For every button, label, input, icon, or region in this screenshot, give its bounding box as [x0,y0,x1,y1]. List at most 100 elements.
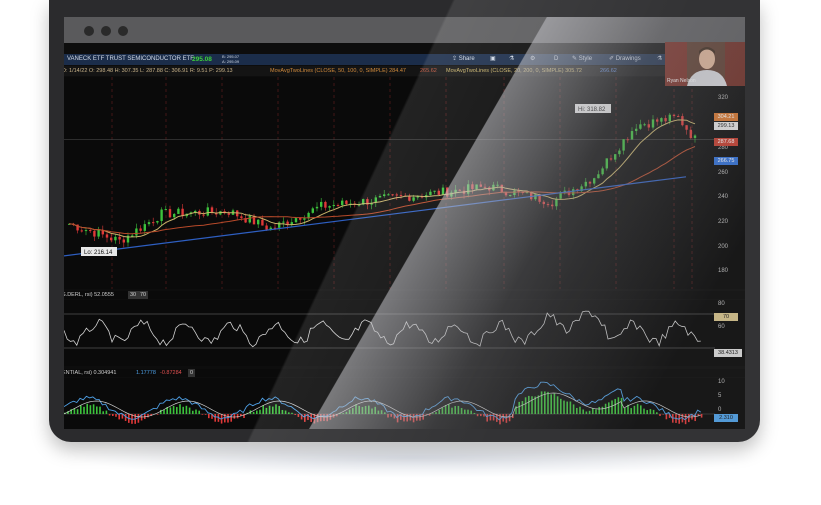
low-annotation: Lo: 216.14 [84,250,113,256]
osc2-histogram-bar [688,414,690,423]
osc2-histogram-bar [80,405,82,414]
osc2-histogram-bar [620,397,623,414]
price-axis-label: 180 [718,268,729,274]
candle-body [614,154,617,160]
laptop-frame: VANECK ETF TRUST SEMICONDUCTOR ETF 295.0… [49,0,760,442]
ma-study-2[interactable]: MovAvgTwoLines (CLOSE, 20, 200, 0, SIMPL… [446,66,582,76]
device-shadow [70,438,760,478]
osc2-histogram-bar [156,414,159,415]
osc2-histogram-bar [566,401,568,414]
osc2-histogram-bar [92,404,95,414]
osc2-histogram-bar [118,414,120,420]
osc2-histogram-bar [582,409,584,414]
osc2-histogram-bar [316,414,319,423]
candle-body [500,184,503,192]
candle-body [156,221,159,223]
osc2-histogram-bar [115,414,117,417]
osc2-histogram-bar [124,414,127,421]
candle-body [345,200,348,204]
candle-body [693,135,697,138]
rsi-chart[interactable] [64,300,715,366]
candle-body [496,184,499,186]
osc2-histogram-bar [608,402,610,414]
studies-icon[interactable]: ⚗ [657,54,662,65]
window-dot-icon[interactable] [118,26,128,36]
osc2-histogram-bar [435,412,437,414]
osc2-histogram-bar [601,406,604,414]
osc2-histogram-bar [342,413,344,414]
osc2-histogram-bar [656,412,658,414]
symbol-name: VANECK ETF TRUST SEMICONDUCTOR ETF [67,56,194,62]
candle-body [122,239,125,243]
osc2-histogram-bar [624,407,626,414]
osc2-current-tag: 2.310 [714,414,738,422]
osc2-axis-label: 0 [718,407,722,413]
osc2-histogram-bar [185,405,188,414]
osc2-histogram-bar [265,407,268,414]
osc2-histogram-bar [521,401,524,414]
ma-study-2-value: 266.62 [600,68,617,74]
osc2-histogram-bar [96,406,98,414]
candle-body [672,114,676,117]
flask-icon[interactable]: ⚗ [509,54,514,65]
osc2-histogram-bar [380,410,383,414]
rsi-axis-label: 80 [718,301,725,307]
candle-body [261,219,264,226]
osc2-histogram-bar [182,406,184,414]
candle-body [315,206,319,209]
osc2-histogram-bar [374,406,376,414]
candle-body [110,237,113,241]
price-pane[interactable]: Hi: 318.82 Lo: 216.14 [64,77,715,289]
price-tag-ma: 287.68 [714,138,738,146]
candle-body [509,195,512,197]
candle-body [324,201,327,208]
window-dot-icon[interactable] [101,26,111,36]
osc2-histogram-bar [576,407,578,414]
osc2-histogram-bar [585,411,588,414]
osc2-histogram-bar [348,409,351,414]
osc2-label[interactable]: ENTIAL, rsi) 0.304941 [64,369,116,377]
osc2-axis-label: 10 [718,379,725,385]
price-chart[interactable]: Hi: 318.82 Lo: 216.14 [64,77,715,289]
layout-icon[interactable]: ▣ [490,54,496,65]
style-button[interactable]: ✎ Style [572,54,592,65]
candle-body [143,224,146,231]
candle-body [513,190,516,196]
candle-body [131,235,134,237]
osc2-histogram-bar [297,414,300,417]
candle-body [240,216,243,219]
osc2-histogram-bar [476,414,479,417]
candle-body [135,228,138,236]
price-tag-upper: 304.21 [714,113,738,121]
gear-icon[interactable]: ⚙ [530,54,535,65]
period-button[interactable]: D [554,54,558,65]
osc2-histogram-bar [502,414,504,422]
drawings-label: Drawings [615,56,641,62]
osc2-histogram-bar [352,408,354,414]
osc2-histogram-bar [390,414,392,417]
rsi-label[interactable]: S.DERL, rsi) 52.0555 [64,291,114,299]
rsi-level-tag: 70 [714,313,738,321]
osc2-histogram-bar [320,414,322,422]
rsi-pane[interactable] [64,300,715,366]
osc2-histogram-bar [179,404,181,414]
candle-body [689,129,692,138]
candle-body [643,124,646,126]
osc2-histogram-bar [652,409,655,414]
osc2-pane[interactable] [64,378,715,429]
osc2-histogram-bar [377,410,380,414]
candle-body [378,195,382,198]
drawings-button[interactable]: ✐ Drawings [609,54,641,65]
ma-study-1[interactable]: MovAvgTwoLines (CLOSE, 50, 100, 0, SIMPL… [270,66,406,76]
osc2-histogram-bar [256,410,258,414]
osc2-histogram-bar [518,401,520,414]
osc2-chart[interactable] [64,378,715,429]
candle-body [609,158,613,160]
share-button[interactable]: ⇪ Share [452,54,475,65]
candle-body [618,150,621,155]
osc2-histogram-bar [604,403,607,414]
osc2-histogram-bar [473,412,476,414]
osc2-histogram-bar [275,404,277,414]
candle-body [441,187,445,195]
window-dot-icon[interactable] [84,26,94,36]
